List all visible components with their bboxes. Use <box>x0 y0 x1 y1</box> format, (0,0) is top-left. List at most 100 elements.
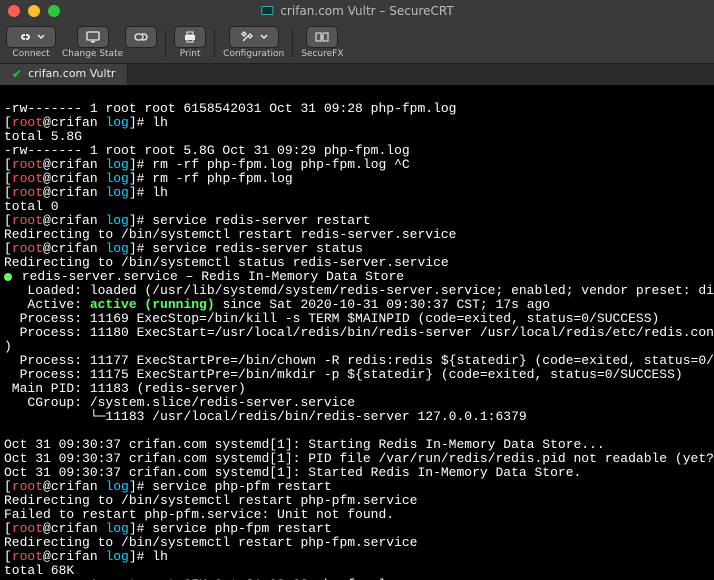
prompt-at: @crifan <box>43 185 105 200</box>
prompt-cmd: ]# lh <box>129 115 168 130</box>
print-button[interactable]: Print <box>174 26 206 59</box>
term-line: Redirecting to /bin/systemctl restart re… <box>4 227 456 242</box>
toolbar-separator <box>165 29 166 57</box>
term-line: total 68K <box>4 563 74 578</box>
window-title: crifan.com Vultr – SecureCRT <box>260 4 453 18</box>
prompt-bracket: [ <box>4 549 12 564</box>
prompt-bracket: [ <box>4 479 12 494</box>
term-line: └─11183 /usr/local/redis/bin/redis-serve… <box>4 409 527 424</box>
term-line: CGroup: /system.slice/redis-server.servi… <box>4 395 355 410</box>
print-label: Print <box>180 49 201 59</box>
window-titlebar: crifan.com Vultr – SecureCRT <box>0 0 714 22</box>
prompt-cmd: ]# service redis-server status <box>129 241 363 256</box>
chain-icon <box>133 30 149 44</box>
prompt-user: root <box>12 213 43 228</box>
link-icon <box>17 30 33 44</box>
prompt-cmd: ]# rm -rf php-fpm.log php-fpm.log ^C <box>129 157 410 172</box>
term-line: -rw------- 1 root root 5.8G Oct 31 09:29… <box>4 143 410 158</box>
checkmark-icon: ✔ <box>12 67 22 81</box>
term-line: Redirecting to /bin/systemctl restart ph… <box>4 493 417 508</box>
status-active: active (running) <box>90 297 215 312</box>
prompt-dir: log <box>105 521 128 536</box>
term-line: total 0 <box>4 199 59 214</box>
toolbar: Connect Change State Print Configuration… <box>0 22 714 64</box>
prompt-dir: log <box>105 171 128 186</box>
minimize-button[interactable] <box>28 5 40 17</box>
terminal-output[interactable]: -rw------- 1 root root 6158542031 Oct 31… <box>0 86 714 580</box>
term-line: -rw------- 1 root root 6158542031 Oct 31… <box>4 101 456 116</box>
prompt-user: root <box>12 115 43 130</box>
toolbar-separator <box>292 29 293 57</box>
window-title-text: crifan.com Vultr – SecureCRT <box>280 4 453 18</box>
prompt-dir: log <box>105 185 128 200</box>
change-state-button[interactable]: Change State <box>62 26 123 59</box>
prompt-cmd: ]# lh <box>129 185 168 200</box>
term-line: redis-server.service – Redis In-Memory D… <box>14 269 404 284</box>
transfer-icon <box>314 30 330 44</box>
traffic-lights <box>8 5 60 17</box>
prompt-bracket: [ <box>4 213 12 228</box>
prompt-user: root <box>12 521 43 536</box>
prompt-cmd: ]# service php-pfm restart <box>129 479 332 494</box>
prompt-dir: log <box>105 479 128 494</box>
prompt-dir: log <box>105 115 128 130</box>
securefx-button[interactable]: SecureFX <box>301 26 343 59</box>
reconnect-label <box>140 49 143 59</box>
tab-bar: ✔ crifan.com Vultr <box>0 64 714 86</box>
prompt-dir: log <box>105 241 128 256</box>
tools-icon <box>240 30 256 44</box>
monitor-icon <box>85 30 101 44</box>
prompt-dir: log <box>105 213 128 228</box>
prompt-user: root <box>12 157 43 172</box>
close-button[interactable] <box>8 5 20 17</box>
term-line: Loaded: loaded (/usr/lib/systemd/system/… <box>4 283 714 298</box>
tab-session[interactable]: ✔ crifan.com Vultr <box>0 64 128 85</box>
prompt-at: @crifan <box>43 157 105 172</box>
prompt-at: @crifan <box>43 521 105 536</box>
prompt-bracket: [ <box>4 185 12 200</box>
tab-label: crifan.com Vultr <box>28 67 115 80</box>
term-line: Active: <box>4 297 90 312</box>
prompt-bracket: [ <box>4 241 12 256</box>
term-line: Process: 11175 ExecStartPre=/bin/mkdir -… <box>4 367 683 382</box>
term-line: Process: 11177 ExecStartPre=/bin/chown -… <box>4 353 714 368</box>
configuration-label: Configuration <box>223 49 284 59</box>
connect-button[interactable]: Connect <box>6 26 56 59</box>
change-state-label: Change State <box>62 49 123 59</box>
chevron-down-icon <box>37 34 45 40</box>
term-line: Main PID: 11183 (redis-server) <box>4 381 246 396</box>
prompt-user: root <box>12 479 43 494</box>
prompt-at: @crifan <box>43 241 105 256</box>
prompt-dir: log <box>105 549 128 564</box>
connect-label: Connect <box>12 49 49 59</box>
prompt-dir: log <box>105 157 128 172</box>
reconnect-button[interactable] <box>125 26 157 59</box>
app-icon <box>260 4 274 18</box>
prompt-cmd: ]# service php-fpm restart <box>129 521 332 536</box>
prompt-user: root <box>12 549 43 564</box>
prompt-at: @crifan <box>43 171 105 186</box>
term-line: Redirecting to /bin/systemctl restart ph… <box>4 535 417 550</box>
term-line: ) <box>4 339 12 354</box>
maximize-button[interactable] <box>48 5 60 17</box>
prompt-user: root <box>12 241 43 256</box>
prompt-bracket: [ <box>4 171 12 186</box>
term-line: Process: 11180 ExecStart=/usr/local/redi… <box>4 325 714 340</box>
prompt-at: @crifan <box>43 115 105 130</box>
term-line: Failed to restart php-pfm.service: Unit … <box>4 507 394 522</box>
term-line: Oct 31 09:30:37 crifan.com systemd[1]: S… <box>4 437 605 452</box>
configuration-button[interactable]: Configuration <box>223 26 284 59</box>
term-line: since Sat 2020-10-31 09:30:37 CST; 17s a… <box>215 297 550 312</box>
prompt-cmd: ]# service redis-server restart <box>129 213 371 228</box>
term-line: Redirecting to /bin/systemctl status red… <box>4 255 449 270</box>
printer-icon <box>182 30 198 44</box>
prompt-bracket: [ <box>4 157 12 172</box>
prompt-bracket: [ <box>4 115 12 130</box>
status-bullet-icon <box>4 273 12 281</box>
toolbar-separator <box>214 29 215 57</box>
term-line: Oct 31 09:30:37 crifan.com systemd[1]: S… <box>4 465 581 480</box>
prompt-cmd: ]# rm -rf php-fpm.log <box>129 171 293 186</box>
term-line: Oct 31 09:30:37 crifan.com systemd[1]: P… <box>4 451 714 466</box>
prompt-user: root <box>12 171 43 186</box>
prompt-at: @crifan <box>43 549 105 564</box>
